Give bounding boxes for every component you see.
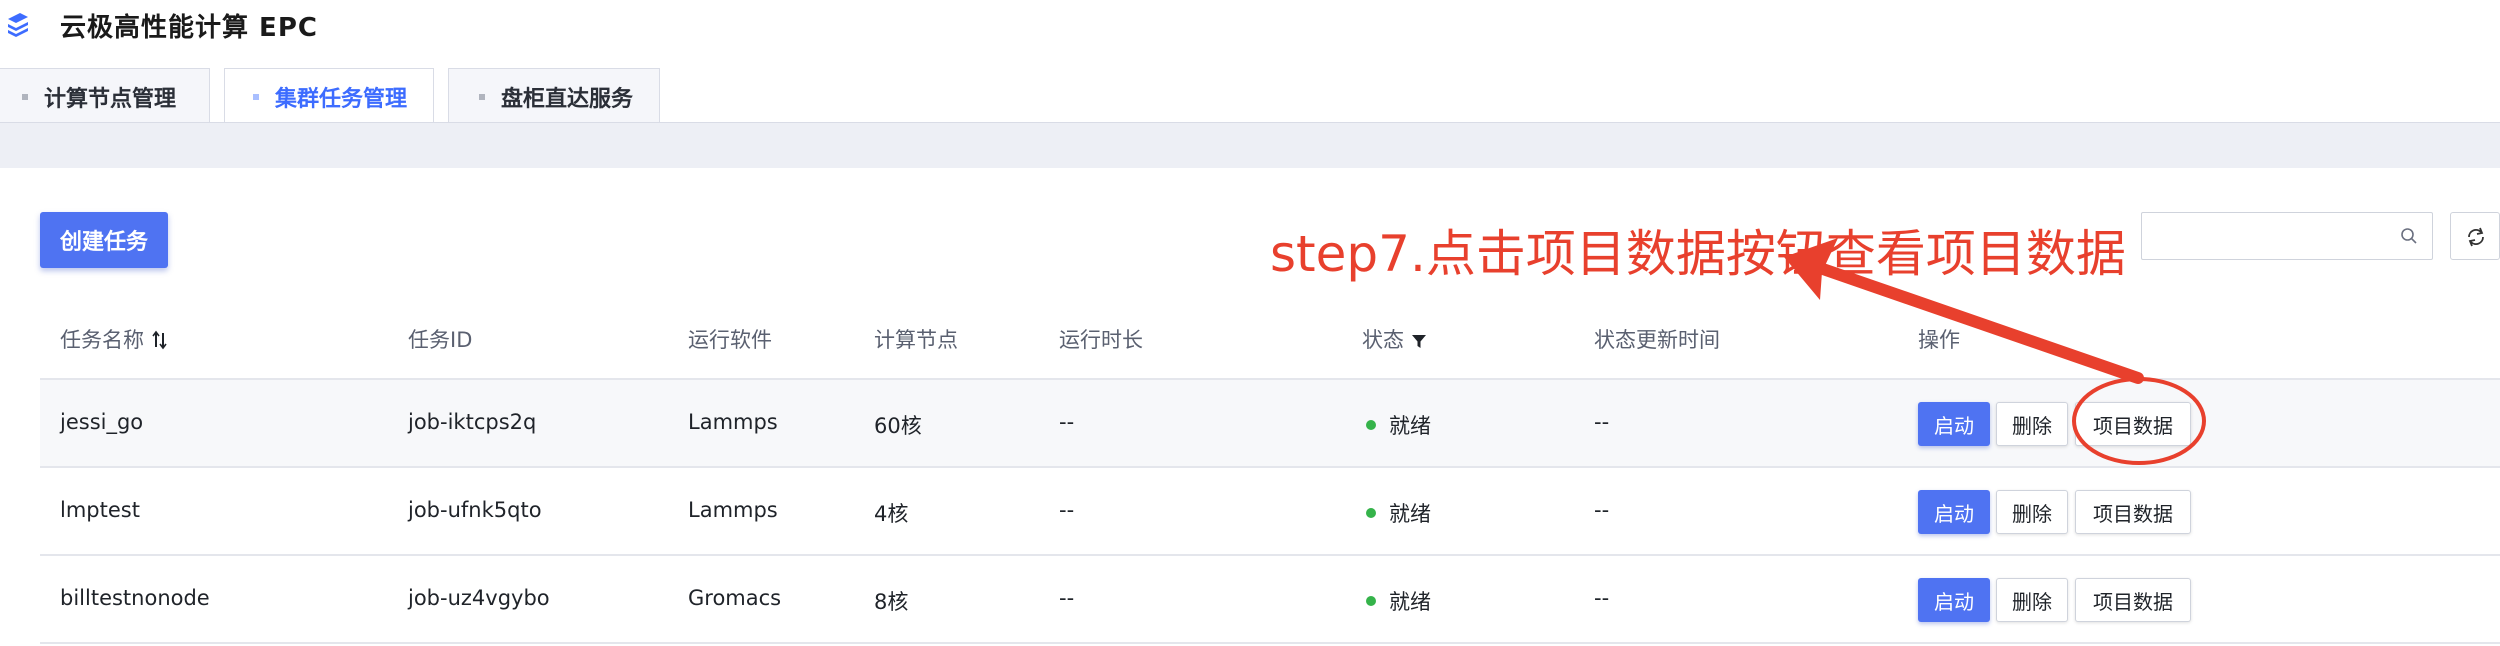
annotation-arrow-icon bbox=[1784, 238, 2144, 384]
annotation-overlay bbox=[1784, 238, 2206, 465]
annotation-circle-icon bbox=[2072, 377, 2206, 465]
app-window: 云极高性能计算 EPC 计算节点管理 集群任务管理 盘柜直达服务 创建任务 任务… bbox=[0, 0, 2500, 646]
